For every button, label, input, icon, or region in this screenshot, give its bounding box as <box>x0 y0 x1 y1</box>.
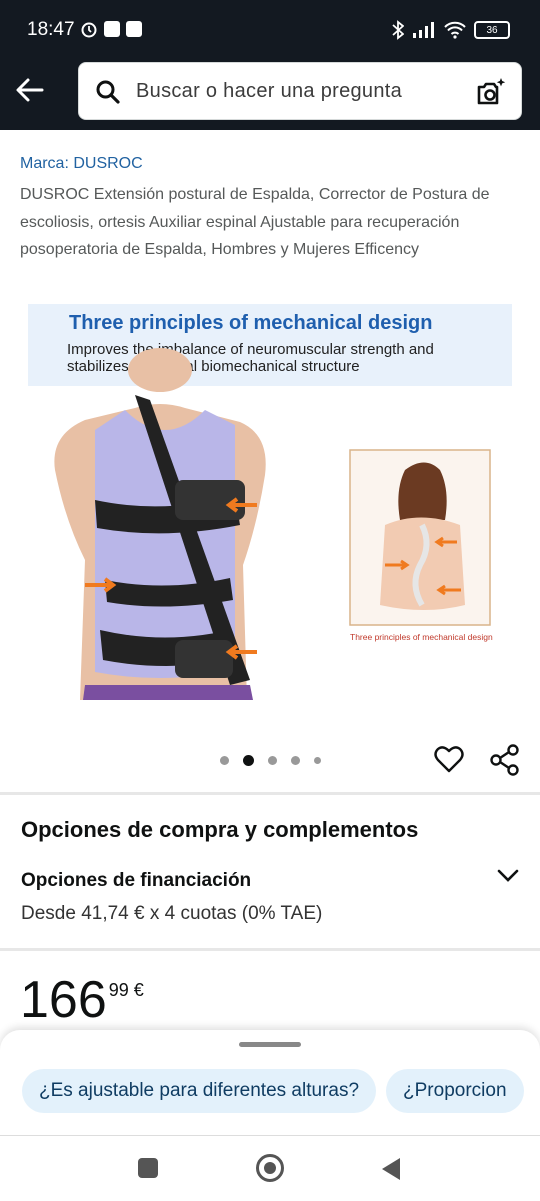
bluetooth-icon <box>392 20 404 40</box>
price-fraction: 99 € <box>108 980 144 1000</box>
camera-search-icon[interactable] <box>475 76 507 108</box>
home-button[interactable] <box>256 1154 284 1182</box>
suggestion-chip[interactable]: ¿Proporcion <box>386 1069 524 1113</box>
divider <box>0 948 540 951</box>
signal-icon <box>413 22 434 38</box>
purchase-options-title: Opciones de compra y complementos <box>21 817 419 842</box>
android-nav-bar <box>0 1135 540 1201</box>
inset-caption: Three principles of mechanical design <box>350 632 493 642</box>
suggestion-chips: ¿Es ajustable para diferentes alturas? ¿… <box>22 1069 524 1113</box>
model-figure <box>54 348 266 700</box>
share-icon[interactable] <box>489 744 521 776</box>
battery-icon: 36 <box>474 21 510 39</box>
recents-button[interactable] <box>138 1158 158 1178</box>
sheet-handle[interactable] <box>239 1042 301 1047</box>
image-banner-line1: Improves the imbalance of neuromuscular … <box>67 341 434 358</box>
heart-icon[interactable] <box>434 745 464 775</box>
notification-icon <box>126 21 142 37</box>
alarm-icon <box>81 22 97 38</box>
carousel-dot[interactable] <box>291 756 300 765</box>
image-banner-title: Three principles of mechanical design <box>69 312 432 334</box>
financing-detail: Desde 41,74 € x 4 cuotas (0% TAE) <box>21 903 323 924</box>
financing-title[interactable]: Opciones de financiación <box>21 870 251 892</box>
divider <box>0 792 540 795</box>
product-image[interactable]: Three principles of mechanical design Im… <box>25 300 515 740</box>
price: 166 99 € <box>20 972 144 1028</box>
search-header: Buscar o hacer una pregunta <box>0 60 540 130</box>
image-banner-line2: stabilizes the spinal biomechanical stru… <box>67 358 360 375</box>
chevron-down-icon[interactable] <box>496 866 520 886</box>
spine-inset: Three principles of mechanical design <box>349 449 493 642</box>
status-bar: 18:47 36 <box>0 0 540 60</box>
product-title: DUSROC Extensión postural de Espalda, Co… <box>20 186 490 258</box>
status-time: 18:47 <box>27 19 75 40</box>
image-carousel-dots[interactable] <box>220 755 321 766</box>
search-placeholder: Buscar o hacer una pregunta <box>136 80 403 102</box>
back-arrow-icon[interactable] <box>14 74 46 106</box>
carousel-dot-active[interactable] <box>243 755 254 766</box>
carousel-dot[interactable] <box>314 757 321 764</box>
carousel-dot[interactable] <box>268 756 277 765</box>
brand-link[interactable]: Marca: DUSROC <box>20 155 143 173</box>
search-icon <box>96 80 120 104</box>
carousel-dot[interactable] <box>220 756 229 765</box>
wifi-icon <box>444 21 466 39</box>
back-button[interactable] <box>382 1158 400 1180</box>
status-right-icons: 36 <box>392 20 510 40</box>
notification-icon <box>104 21 120 37</box>
suggestion-chip[interactable]: ¿Es ajustable para diferentes alturas? <box>22 1069 377 1113</box>
price-whole: 166 <box>20 971 107 1029</box>
search-input[interactable]: Buscar o hacer una pregunta <box>78 62 522 120</box>
status-left-icons <box>80 20 142 38</box>
